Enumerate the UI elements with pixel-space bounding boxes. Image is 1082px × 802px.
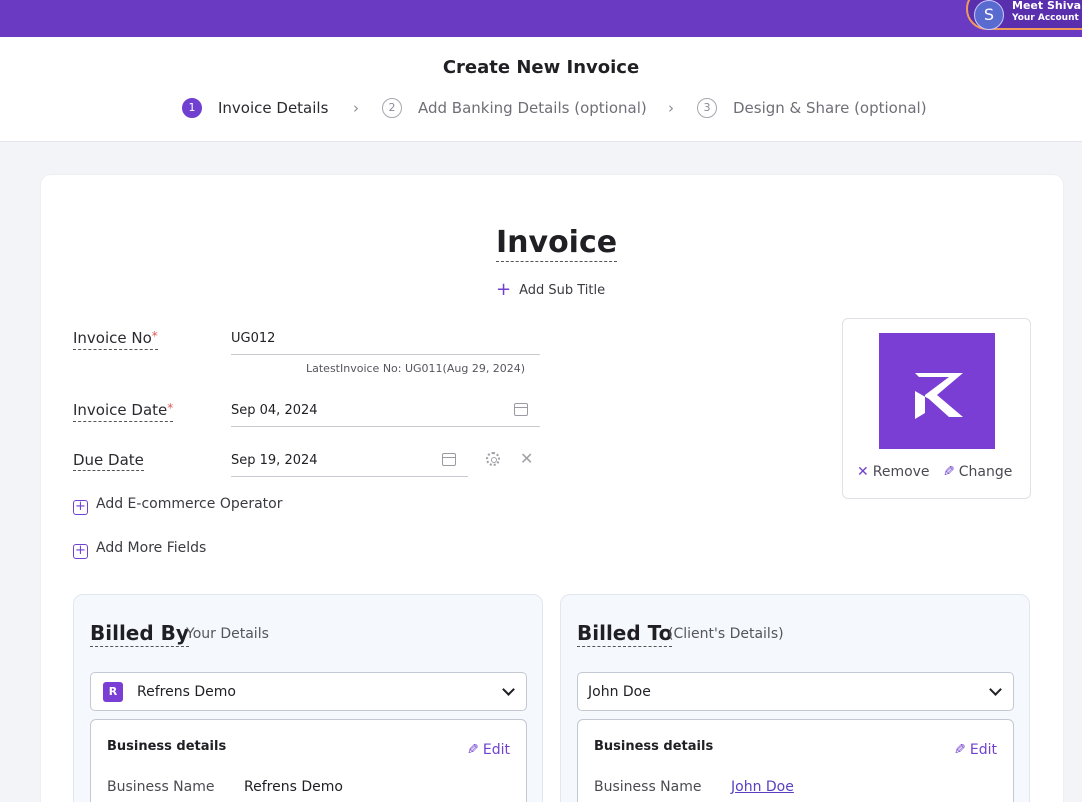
step-3-number[interactable]: 3 [697,98,717,118]
business-name-key: Business Name [107,779,215,795]
top-bar: S Meet Shivani Your Account M [0,0,1082,37]
step-2-number[interactable]: 2 [382,98,402,118]
chevron-down-icon [502,683,515,696]
refrens-logo-icon: R [103,682,123,702]
invoice-date-input[interactable]: Sep 04, 2024 [231,391,540,427]
edit-button[interactable]: ✎ Edit [954,742,997,758]
refrens-logo-icon [915,373,963,419]
change-logo-button[interactable]: ✎ Change [943,464,1012,480]
due-date-input[interactable]: Sep 19, 2024 [231,441,468,477]
calendar-icon[interactable] [442,453,456,466]
calendar-icon[interactable] [514,403,528,416]
latest-invoice-hint: LatestInvoice No: UG011(Aug 29, 2024) [306,362,526,375]
pencil-icon: ✎ [943,464,955,480]
billed-to-select[interactable]: John Doe [577,672,1014,711]
step-2-label[interactable]: Add Banking Details (optional) [418,99,647,117]
logo-panel: ✕ Remove ✎ Change [842,318,1031,499]
stepper: 1 Invoice Details › 2 Add Banking Detail… [0,97,1082,119]
business-name-value: Refrens Demo [244,779,343,795]
billed-to-panel: Billed To (Client's Details) John Doe Bu… [560,594,1030,802]
plus-square-icon: + [73,544,88,559]
add-subtitle-label: Add Sub Title [519,283,606,298]
account-manager-name: Meet Shivani [1012,0,1082,12]
invoice-title[interactable]: Invoice [496,225,618,262]
business-name-key: Business Name [594,779,702,795]
invoice-date-label: Invoice Date* [73,400,174,422]
billed-by-selected: Refrens Demo [137,684,236,700]
add-ecommerce-operator-button[interactable]: + Add E-commerce Operator [73,496,282,515]
account-manager-pill[interactable]: S Meet Shivani Your Account M [966,0,1082,30]
remove-logo-button[interactable]: ✕ Remove [857,464,930,480]
required-mark: * [151,329,158,343]
business-details-heading: Business details [107,739,227,754]
gear-icon[interactable] [486,452,500,466]
chevron-down-icon [989,683,1002,696]
page-title: Create New Invoice [442,57,640,78]
edit-button[interactable]: ✎ Edit [467,742,510,758]
step-3-label[interactable]: Design & Share (optional) [733,99,927,117]
billed-by-subtitle: Your Details [186,626,269,642]
change-logo-label: Change [958,464,1013,480]
edit-label: Edit [482,742,510,758]
close-icon[interactable]: ✕ [520,451,533,467]
client-name-link[interactable]: John Doe [731,779,794,795]
business-details-heading: Business details [594,739,714,754]
billed-to-title: Billed To [577,621,673,647]
invoice-no-label: Invoice No* [73,328,158,350]
billed-to-business-card: Business details ✎ Edit Business Name Joh… [577,719,1014,802]
billed-by-panel: Billed By Your Details R Refrens Demo Bu… [73,594,543,802]
add-subtitle-button[interactable]: + Add Sub Title [496,278,606,300]
billed-by-business-card: Business details ✎ Edit Business Name Ref… [90,719,527,802]
step-1-number[interactable]: 1 [182,98,202,118]
required-mark: * [167,401,174,415]
billed-by-select[interactable]: R Refrens Demo [90,672,527,711]
invoice-no-label-text: Invoice No [73,329,152,347]
account-avatar: S [974,0,1004,30]
remove-logo-label: Remove [872,464,930,480]
plus-square-icon: + [73,500,88,515]
add-ecommerce-label: Add E-commerce Operator [96,496,283,512]
page-header: Create New Invoice 1 Invoice Details › 2… [0,37,1082,142]
pencil-icon: ✎ [954,742,966,758]
billed-to-subtitle: (Client's Details) [668,626,784,642]
billed-to-selected: John Doe [588,684,651,700]
add-more-fields-button[interactable]: + Add More Fields [73,540,206,559]
edit-label: Edit [969,742,997,758]
step-1-label[interactable]: Invoice Details [218,99,328,117]
invoice-no-input[interactable]: UG012 [231,319,540,355]
pencil-icon: ✎ [467,742,479,758]
chevron-right-icon: › [353,99,359,117]
account-manager-role: Your Account M [1012,13,1082,23]
due-date-label: Due Date [73,451,144,471]
close-icon: ✕ [857,464,869,480]
invoice-date-label-text: Invoice Date [73,401,168,419]
billed-by-title: Billed By [90,621,189,647]
chevron-right-icon: › [668,99,674,117]
plus-icon: + [496,279,512,300]
add-more-fields-label: Add More Fields [96,540,207,556]
business-logo [879,333,995,449]
